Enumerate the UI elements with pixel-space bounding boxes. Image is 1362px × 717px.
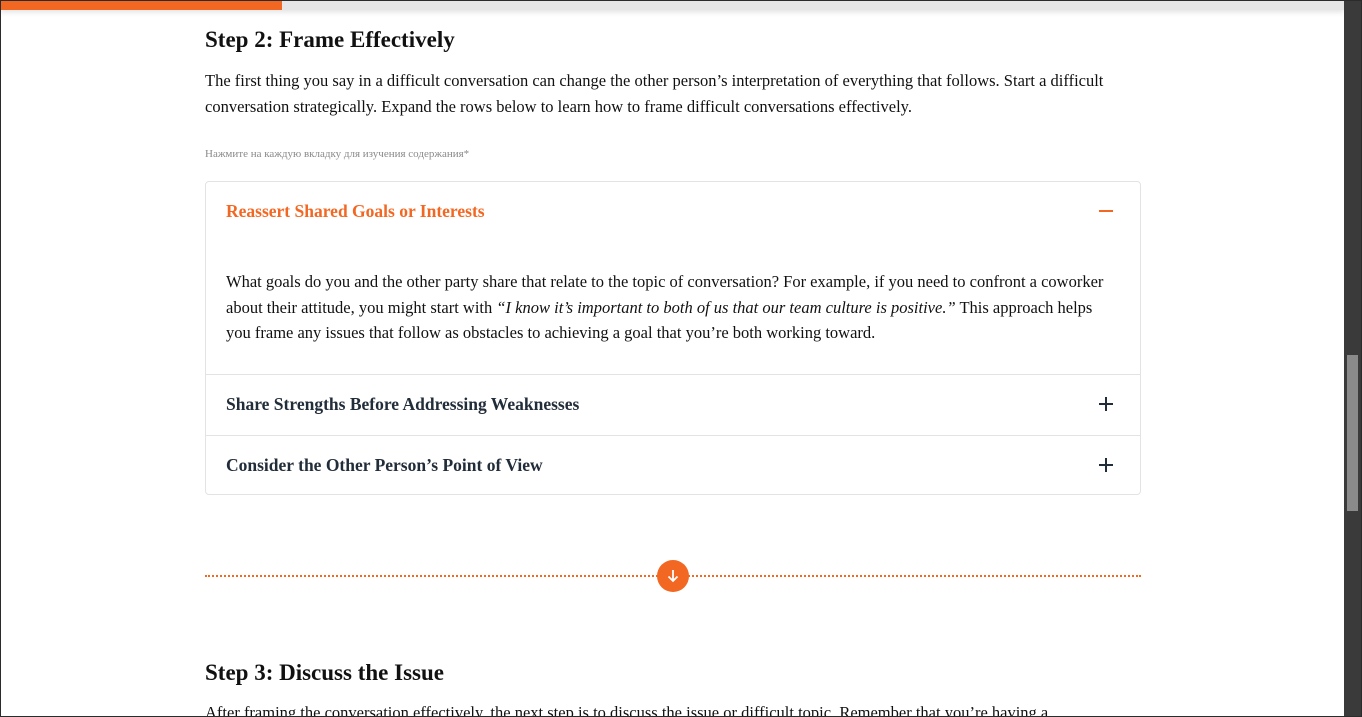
arrow-down-icon [667, 570, 679, 583]
step-2-title: Step 2: Frame Effectively [205, 27, 455, 52]
accordion-body-shared-goals: What goals do you and the other party sh… [226, 269, 1106, 346]
accordion-item-strengths: Share Strengths Before Addressing Weakne… [206, 375, 1140, 436]
plus-icon[interactable] [1094, 453, 1118, 477]
accordion-item-shared-goals: Reassert Shared Goals or Interests What … [206, 182, 1140, 375]
continue-button[interactable] [657, 560, 689, 592]
step-3-intro: After framing the conversation effective… [205, 703, 1049, 717]
accordion-item-point-of-view: Consider the Other Person’s Point of Vie… [206, 436, 1140, 494]
accordion-header-point-of-view[interactable]: Consider the Other Person’s Point of Vie… [206, 436, 1140, 494]
minus-icon[interactable] [1094, 199, 1118, 223]
accordion-title: Consider the Other Person’s Point of Vie… [226, 455, 543, 475]
instruction-hint: Нажмите на каждую вкладку для изучения с… [205, 148, 470, 160]
accordion-header-shared-goals[interactable]: Reassert Shared Goals or Interests [206, 182, 1140, 242]
accordion-header-strengths[interactable]: Share Strengths Before Addressing Weakne… [206, 375, 1140, 435]
accordion-title: Reassert Shared Goals or Interests [226, 201, 485, 221]
plus-icon[interactable] [1094, 392, 1118, 416]
progress-bar [0, 0, 1344, 10]
accordion-body-quote: “I know it’s important to both of us tha… [496, 297, 956, 317]
accordion: Reassert Shared Goals or Interests What … [205, 181, 1141, 495]
progress-bar-fill [0, 0, 283, 10]
step-3-title: Step 3: Discuss the Issue [205, 660, 444, 685]
step-2-intro: The first thing you say in a difficult c… [205, 71, 1104, 116]
vertical-scrollbar[interactable] [1344, 1, 1361, 716]
scrollbar-thumb[interactable] [1347, 355, 1358, 511]
accordion-title: Share Strengths Before Addressing Weakne… [226, 394, 580, 414]
